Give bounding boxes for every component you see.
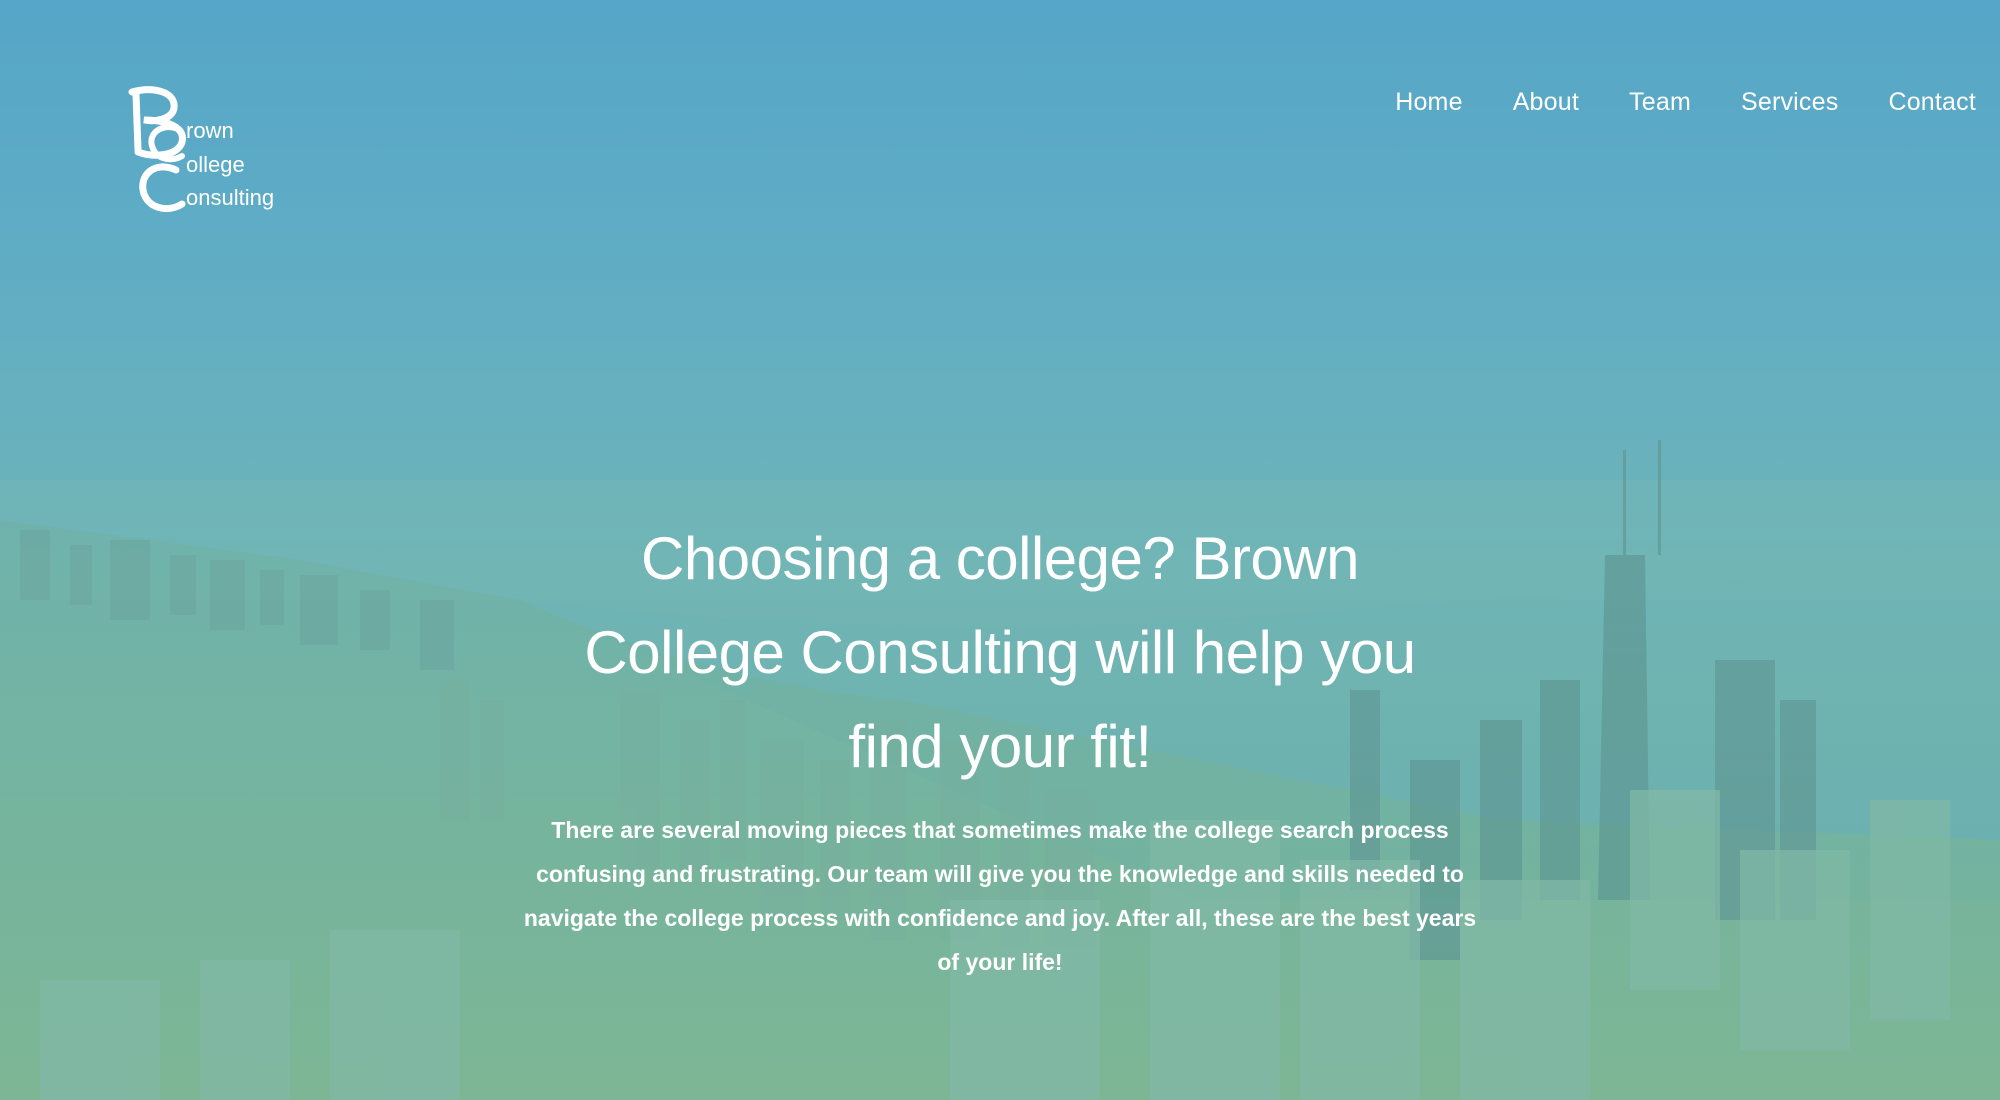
nav-contact[interactable]: Contact	[1888, 88, 1976, 117]
logo-line-3: onsulting	[186, 185, 274, 210]
bcc-logo-icon: rown ollege onsulting	[128, 86, 274, 213]
hero-headline: Choosing a college? Brown College Consul…	[584, 525, 1416, 780]
logo-line-2: ollege	[186, 152, 245, 177]
logo-line-1: rown	[186, 118, 234, 143]
main-nav: Home About Team Services Contact	[1395, 88, 1976, 117]
logo[interactable]: rown ollege onsulting	[124, 86, 344, 236]
nav-home[interactable]: Home	[1395, 88, 1463, 117]
nav-team[interactable]: Team	[1629, 88, 1691, 117]
hero-description: There are several moving pieces that som…	[523, 817, 1477, 975]
nav-about[interactable]: About	[1513, 88, 1579, 117]
hero-section: Choosing a college? Brown College Consul…	[500, 512, 1500, 984]
nav-services[interactable]: Services	[1741, 88, 1838, 117]
